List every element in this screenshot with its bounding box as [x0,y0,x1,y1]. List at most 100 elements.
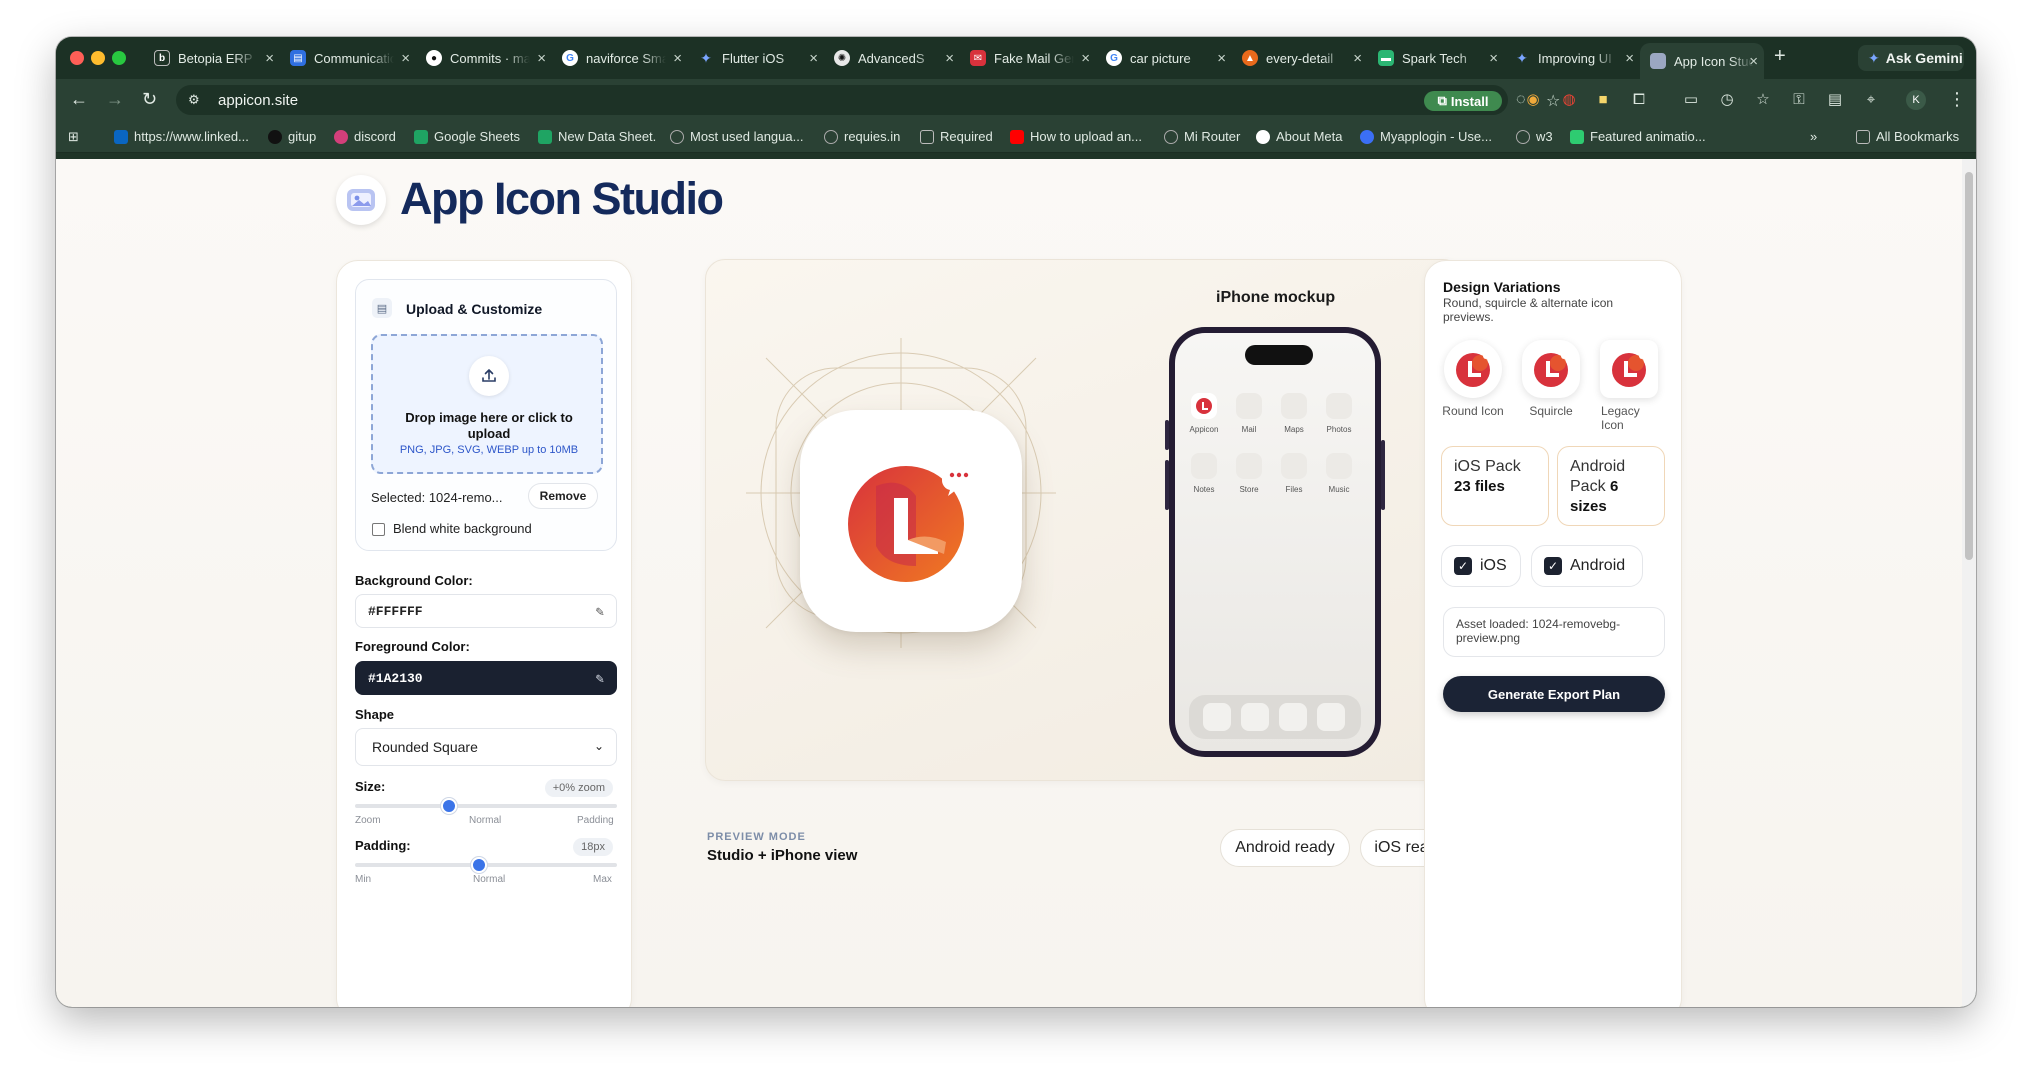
close-icon[interactable]: × [1749,53,1758,70]
bookmark-gitup[interactable]: gitup [268,129,316,144]
blend-white-checkbox[interactable] [372,523,385,536]
app-name: Mail [1241,425,1257,434]
minimize-window-button[interactable] [91,51,105,65]
dynamic-island [1245,345,1313,365]
chrome-ext-icon[interactable]: ◉ [1524,91,1542,109]
page-title: App Icon Studio [400,173,724,224]
bookmark-star-icon[interactable]: ☆ [1754,91,1772,109]
bookmark-discord[interactable]: discord [334,129,396,144]
preview-canvas: iPhone mockup Appicon Mail Maps Photos N… [705,259,1463,781]
close-window-button[interactable] [70,51,84,65]
apps-grid-icon[interactable] [1873,91,1891,109]
close-icon[interactable]: × [1081,50,1090,67]
address-bar[interactable]: ⚙ appicon.site ⧉ Install ◌ ☆ [176,85,1560,115]
site-settings-icon[interactable]: ⚙ [188,92,204,108]
bookmark-linkedin[interactable]: https://www.linked... [114,129,249,144]
edit-icon[interactable]: ✎ [596,604,604,621]
close-icon[interactable]: × [1625,50,1634,67]
forward-icon[interactable]: → [106,89,124,110]
bookmark-requies[interactable]: requies.in [824,129,900,144]
gemini-icon: ✦ [1868,49,1880,66]
generate-export-plan-button[interactable]: Generate Export Plan [1443,676,1665,712]
bookmark-most-used[interactable]: Most used langua... [670,129,803,144]
maximize-window-button[interactable] [112,51,126,65]
note-ext-icon[interactable]: ■ [1594,91,1612,109]
tab-commits[interactable]: ● Commits · main × [416,43,552,73]
install-button[interactable]: ⧉ Install [1424,91,1502,111]
bookmark-how-to-upload[interactable]: How to upload an... [1010,129,1142,144]
new-tab-button[interactable]: + [1774,45,1786,68]
puzzle-icon[interactable]: ⧠ [1630,91,1648,109]
tab-fake-mail[interactable]: ✉ Fake Mail Generator × [960,43,1096,73]
variation-round[interactable]: Round Icon [1441,340,1505,418]
tab-communication[interactable]: ▤ Communication × [280,43,416,73]
close-icon[interactable]: × [1217,50,1226,67]
bookmark-new-data-sheet[interactable]: New Data Sheet. [538,129,656,144]
variation-label: Round Icon [1442,404,1504,418]
tab-improving-ui[interactable]: ✦ Improving UI × [1504,43,1640,73]
bookmark-google-sheets[interactable]: Google Sheets [414,129,520,144]
remove-button[interactable]: Remove [528,483,598,509]
more-bookmarks-button[interactable]: » [1810,129,1817,144]
variation-legacy[interactable]: Legacy Icon [1597,340,1661,432]
tab-app-icon-studio[interactable]: App Icon Studio × [1640,43,1764,79]
cast-icon[interactable]: ▭ [1682,91,1700,109]
variation-squircle[interactable]: Squircle [1519,340,1583,418]
back-icon[interactable]: ← [70,89,88,110]
image-dropzone[interactable]: Drop image here or click to upload PNG, … [371,334,603,474]
colorful-ext-icon[interactable]: ◍ [1560,91,1578,109]
app-name: Notes [1193,485,1215,494]
profile-avatar[interactable]: K [1906,90,1926,110]
close-icon[interactable]: × [1489,50,1498,67]
background-color-input[interactable]: #FFFFFF ✎ [355,594,617,628]
reload-icon[interactable]: ↻ [142,89,157,110]
padding-slider-thumb[interactable] [470,857,487,873]
password-key-icon[interactable]: ⚿ [1790,91,1808,109]
close-icon[interactable]: × [945,50,954,67]
tab-car-picture[interactable]: G car picture × [1096,43,1232,73]
foreground-color-input[interactable]: #1A2130 ✎ [355,661,617,695]
linkedin-icon [114,129,128,144]
iphone-mockup: Appicon Mail Maps Photos Notes Store Fil… [1169,327,1381,757]
bookmark-required[interactable]: Required [920,129,993,144]
tab-every-detail[interactable]: ▲ every-detail × [1232,43,1368,73]
size-slider[interactable] [355,798,617,814]
google-icon [1256,129,1270,144]
size-tick-padding: Padding [577,815,614,826]
star-icon[interactable]: ☆ [1546,91,1560,111]
bookmark-w3[interactable]: w3 [1516,129,1553,144]
close-icon[interactable]: × [265,50,274,67]
close-icon[interactable]: × [1353,50,1362,67]
tab-betopia[interactable]: b Betopia ERP × [144,43,280,73]
bookmark-mi-router[interactable]: Mi Router [1164,129,1240,144]
bookmark-about-meta[interactable]: About Meta [1256,129,1343,144]
app-logo [336,175,386,225]
bookmark-featured-animation[interactable]: Featured animatio... [1570,129,1706,144]
padding-slider[interactable] [355,857,617,873]
close-icon[interactable]: × [809,50,818,67]
android-platform-toggle[interactable]: ✓ Android [1531,545,1643,587]
card-icon[interactable]: ▤ [1826,91,1844,109]
tab-flutter-ios[interactable]: ✦ Flutter iOS × [688,43,824,73]
tab-naviforce[interactable]: G naviforce Smart × [552,43,688,73]
shape-select[interactable]: Rounded Square ⌄ [355,728,617,766]
url-text[interactable]: appicon.site [218,92,298,109]
tab-advanced[interactable]: ✺ AdvancedS × [824,43,960,73]
all-bookmarks-button[interactable]: All Bookmarks [1856,129,1959,144]
ask-gemini-button[interactable]: ✦ Ask Gemini [1858,45,1964,71]
page-scrollbar-thumb[interactable] [1965,172,1973,560]
tab-spark-tech[interactable]: ▬ Spark Tech × [1368,43,1504,73]
close-icon[interactable]: × [401,50,410,67]
bookmark-myapplogin[interactable]: Myapplogin - Use... [1360,129,1492,144]
close-icon[interactable]: × [673,50,682,67]
phone-app-photos: Photos [1322,393,1356,434]
folder-icon [920,129,934,144]
size-label: Size: [355,779,386,794]
history-icon[interactable]: ◷ [1718,91,1736,109]
edit-icon[interactable]: ✎ [596,671,604,688]
size-slider-thumb[interactable] [441,798,458,814]
close-icon[interactable]: × [537,50,546,67]
more-menu-icon[interactable]: ⋮ [1948,89,1966,110]
ios-platform-toggle[interactable]: ✓ iOS [1441,545,1521,587]
apps-grid-icon[interactable]: ⊞ [68,129,79,145]
